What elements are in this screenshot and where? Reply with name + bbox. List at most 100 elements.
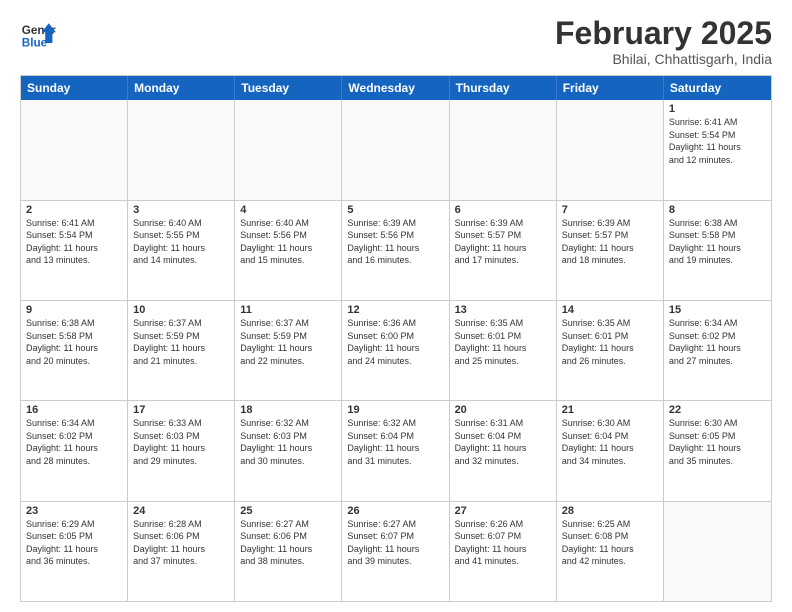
calendar-cell: 7Sunrise: 6:39 AM Sunset: 5:57 PM Daylig… [557,201,664,300]
calendar-cell: 6Sunrise: 6:39 AM Sunset: 5:57 PM Daylig… [450,201,557,300]
svg-text:Blue: Blue [22,37,48,50]
cell-info: Sunrise: 6:27 AM Sunset: 6:06 PM Dayligh… [240,518,336,568]
calendar-cell: 12Sunrise: 6:36 AM Sunset: 6:00 PM Dayli… [342,301,449,400]
calendar-cell: 26Sunrise: 6:27 AM Sunset: 6:07 PM Dayli… [342,502,449,601]
location: Bhilai, Chhattisgarh, India [555,51,772,67]
calendar-cell [557,100,664,199]
weekday-header-friday: Friday [557,76,664,100]
calendar-cell: 24Sunrise: 6:28 AM Sunset: 6:06 PM Dayli… [128,502,235,601]
day-number: 12 [347,304,443,316]
day-number: 3 [133,204,229,216]
logo: General Blue [20,16,56,52]
calendar-cell: 19Sunrise: 6:32 AM Sunset: 6:04 PM Dayli… [342,401,449,500]
page: General Blue February 2025 Bhilai, Chhat… [0,0,792,612]
cell-info: Sunrise: 6:38 AM Sunset: 5:58 PM Dayligh… [26,317,122,367]
cell-info: Sunrise: 6:30 AM Sunset: 6:05 PM Dayligh… [669,417,766,467]
cell-info: Sunrise: 6:32 AM Sunset: 6:04 PM Dayligh… [347,417,443,467]
calendar: SundayMondayTuesdayWednesdayThursdayFrid… [20,75,772,602]
title-area: February 2025 Bhilai, Chhattisgarh, Indi… [555,16,772,67]
cell-info: Sunrise: 6:39 AM Sunset: 5:57 PM Dayligh… [562,217,658,267]
cell-info: Sunrise: 6:41 AM Sunset: 5:54 PM Dayligh… [26,217,122,267]
day-number: 23 [26,505,122,517]
cell-info: Sunrise: 6:40 AM Sunset: 5:55 PM Dayligh… [133,217,229,267]
cell-info: Sunrise: 6:40 AM Sunset: 5:56 PM Dayligh… [240,217,336,267]
calendar-cell: 17Sunrise: 6:33 AM Sunset: 6:03 PM Dayli… [128,401,235,500]
cell-info: Sunrise: 6:34 AM Sunset: 6:02 PM Dayligh… [669,317,766,367]
calendar-row-0: 1Sunrise: 6:41 AM Sunset: 5:54 PM Daylig… [21,100,771,199]
day-number: 5 [347,204,443,216]
calendar-cell: 15Sunrise: 6:34 AM Sunset: 6:02 PM Dayli… [664,301,771,400]
calendar-header: SundayMondayTuesdayWednesdayThursdayFrid… [21,76,771,100]
day-number: 9 [26,304,122,316]
calendar-cell: 23Sunrise: 6:29 AM Sunset: 6:05 PM Dayli… [21,502,128,601]
calendar-cell [342,100,449,199]
calendar-cell [664,502,771,601]
day-number: 19 [347,404,443,416]
day-number: 27 [455,505,551,517]
day-number: 28 [562,505,658,517]
calendar-cell: 8Sunrise: 6:38 AM Sunset: 5:58 PM Daylig… [664,201,771,300]
calendar-body: 1Sunrise: 6:41 AM Sunset: 5:54 PM Daylig… [21,100,771,601]
cell-info: Sunrise: 6:41 AM Sunset: 5:54 PM Dayligh… [669,116,766,166]
calendar-cell: 18Sunrise: 6:32 AM Sunset: 6:03 PM Dayli… [235,401,342,500]
cell-info: Sunrise: 6:34 AM Sunset: 6:02 PM Dayligh… [26,417,122,467]
calendar-row-3: 16Sunrise: 6:34 AM Sunset: 6:02 PM Dayli… [21,400,771,500]
header: General Blue February 2025 Bhilai, Chhat… [20,16,772,67]
calendar-cell: 16Sunrise: 6:34 AM Sunset: 6:02 PM Dayli… [21,401,128,500]
calendar-cell: 10Sunrise: 6:37 AM Sunset: 5:59 PM Dayli… [128,301,235,400]
cell-info: Sunrise: 6:27 AM Sunset: 6:07 PM Dayligh… [347,518,443,568]
weekday-header-saturday: Saturday [664,76,771,100]
calendar-cell: 3Sunrise: 6:40 AM Sunset: 5:55 PM Daylig… [128,201,235,300]
weekday-header-wednesday: Wednesday [342,76,449,100]
weekday-header-tuesday: Tuesday [235,76,342,100]
cell-info: Sunrise: 6:36 AM Sunset: 6:00 PM Dayligh… [347,317,443,367]
weekday-header-thursday: Thursday [450,76,557,100]
day-number: 1 [669,103,766,115]
day-number: 2 [26,204,122,216]
cell-info: Sunrise: 6:39 AM Sunset: 5:57 PM Dayligh… [455,217,551,267]
calendar-cell [128,100,235,199]
calendar-cell [21,100,128,199]
cell-info: Sunrise: 6:37 AM Sunset: 5:59 PM Dayligh… [133,317,229,367]
calendar-cell: 25Sunrise: 6:27 AM Sunset: 6:06 PM Dayli… [235,502,342,601]
calendar-cell: 21Sunrise: 6:30 AM Sunset: 6:04 PM Dayli… [557,401,664,500]
day-number: 21 [562,404,658,416]
calendar-cell: 4Sunrise: 6:40 AM Sunset: 5:56 PM Daylig… [235,201,342,300]
weekday-header-sunday: Sunday [21,76,128,100]
calendar-cell: 27Sunrise: 6:26 AM Sunset: 6:07 PM Dayli… [450,502,557,601]
cell-info: Sunrise: 6:25 AM Sunset: 6:08 PM Dayligh… [562,518,658,568]
day-number: 8 [669,204,766,216]
day-number: 17 [133,404,229,416]
calendar-cell: 1Sunrise: 6:41 AM Sunset: 5:54 PM Daylig… [664,100,771,199]
day-number: 7 [562,204,658,216]
cell-info: Sunrise: 6:33 AM Sunset: 6:03 PM Dayligh… [133,417,229,467]
weekday-header-monday: Monday [128,76,235,100]
day-number: 24 [133,505,229,517]
day-number: 20 [455,404,551,416]
cell-info: Sunrise: 6:39 AM Sunset: 5:56 PM Dayligh… [347,217,443,267]
month-title: February 2025 [555,16,772,51]
day-number: 18 [240,404,336,416]
day-number: 6 [455,204,551,216]
calendar-cell: 5Sunrise: 6:39 AM Sunset: 5:56 PM Daylig… [342,201,449,300]
day-number: 16 [26,404,122,416]
cell-info: Sunrise: 6:28 AM Sunset: 6:06 PM Dayligh… [133,518,229,568]
day-number: 4 [240,204,336,216]
calendar-cell [235,100,342,199]
day-number: 26 [347,505,443,517]
calendar-cell [450,100,557,199]
cell-info: Sunrise: 6:26 AM Sunset: 6:07 PM Dayligh… [455,518,551,568]
cell-info: Sunrise: 6:30 AM Sunset: 6:04 PM Dayligh… [562,417,658,467]
day-number: 15 [669,304,766,316]
cell-info: Sunrise: 6:29 AM Sunset: 6:05 PM Dayligh… [26,518,122,568]
cell-info: Sunrise: 6:32 AM Sunset: 6:03 PM Dayligh… [240,417,336,467]
calendar-row-1: 2Sunrise: 6:41 AM Sunset: 5:54 PM Daylig… [21,200,771,300]
day-number: 10 [133,304,229,316]
calendar-cell: 2Sunrise: 6:41 AM Sunset: 5:54 PM Daylig… [21,201,128,300]
cell-info: Sunrise: 6:35 AM Sunset: 6:01 PM Dayligh… [455,317,551,367]
calendar-row-4: 23Sunrise: 6:29 AM Sunset: 6:05 PM Dayli… [21,501,771,601]
cell-info: Sunrise: 6:38 AM Sunset: 5:58 PM Dayligh… [669,217,766,267]
logo-icon: General Blue [20,16,56,52]
day-number: 13 [455,304,551,316]
cell-info: Sunrise: 6:35 AM Sunset: 6:01 PM Dayligh… [562,317,658,367]
